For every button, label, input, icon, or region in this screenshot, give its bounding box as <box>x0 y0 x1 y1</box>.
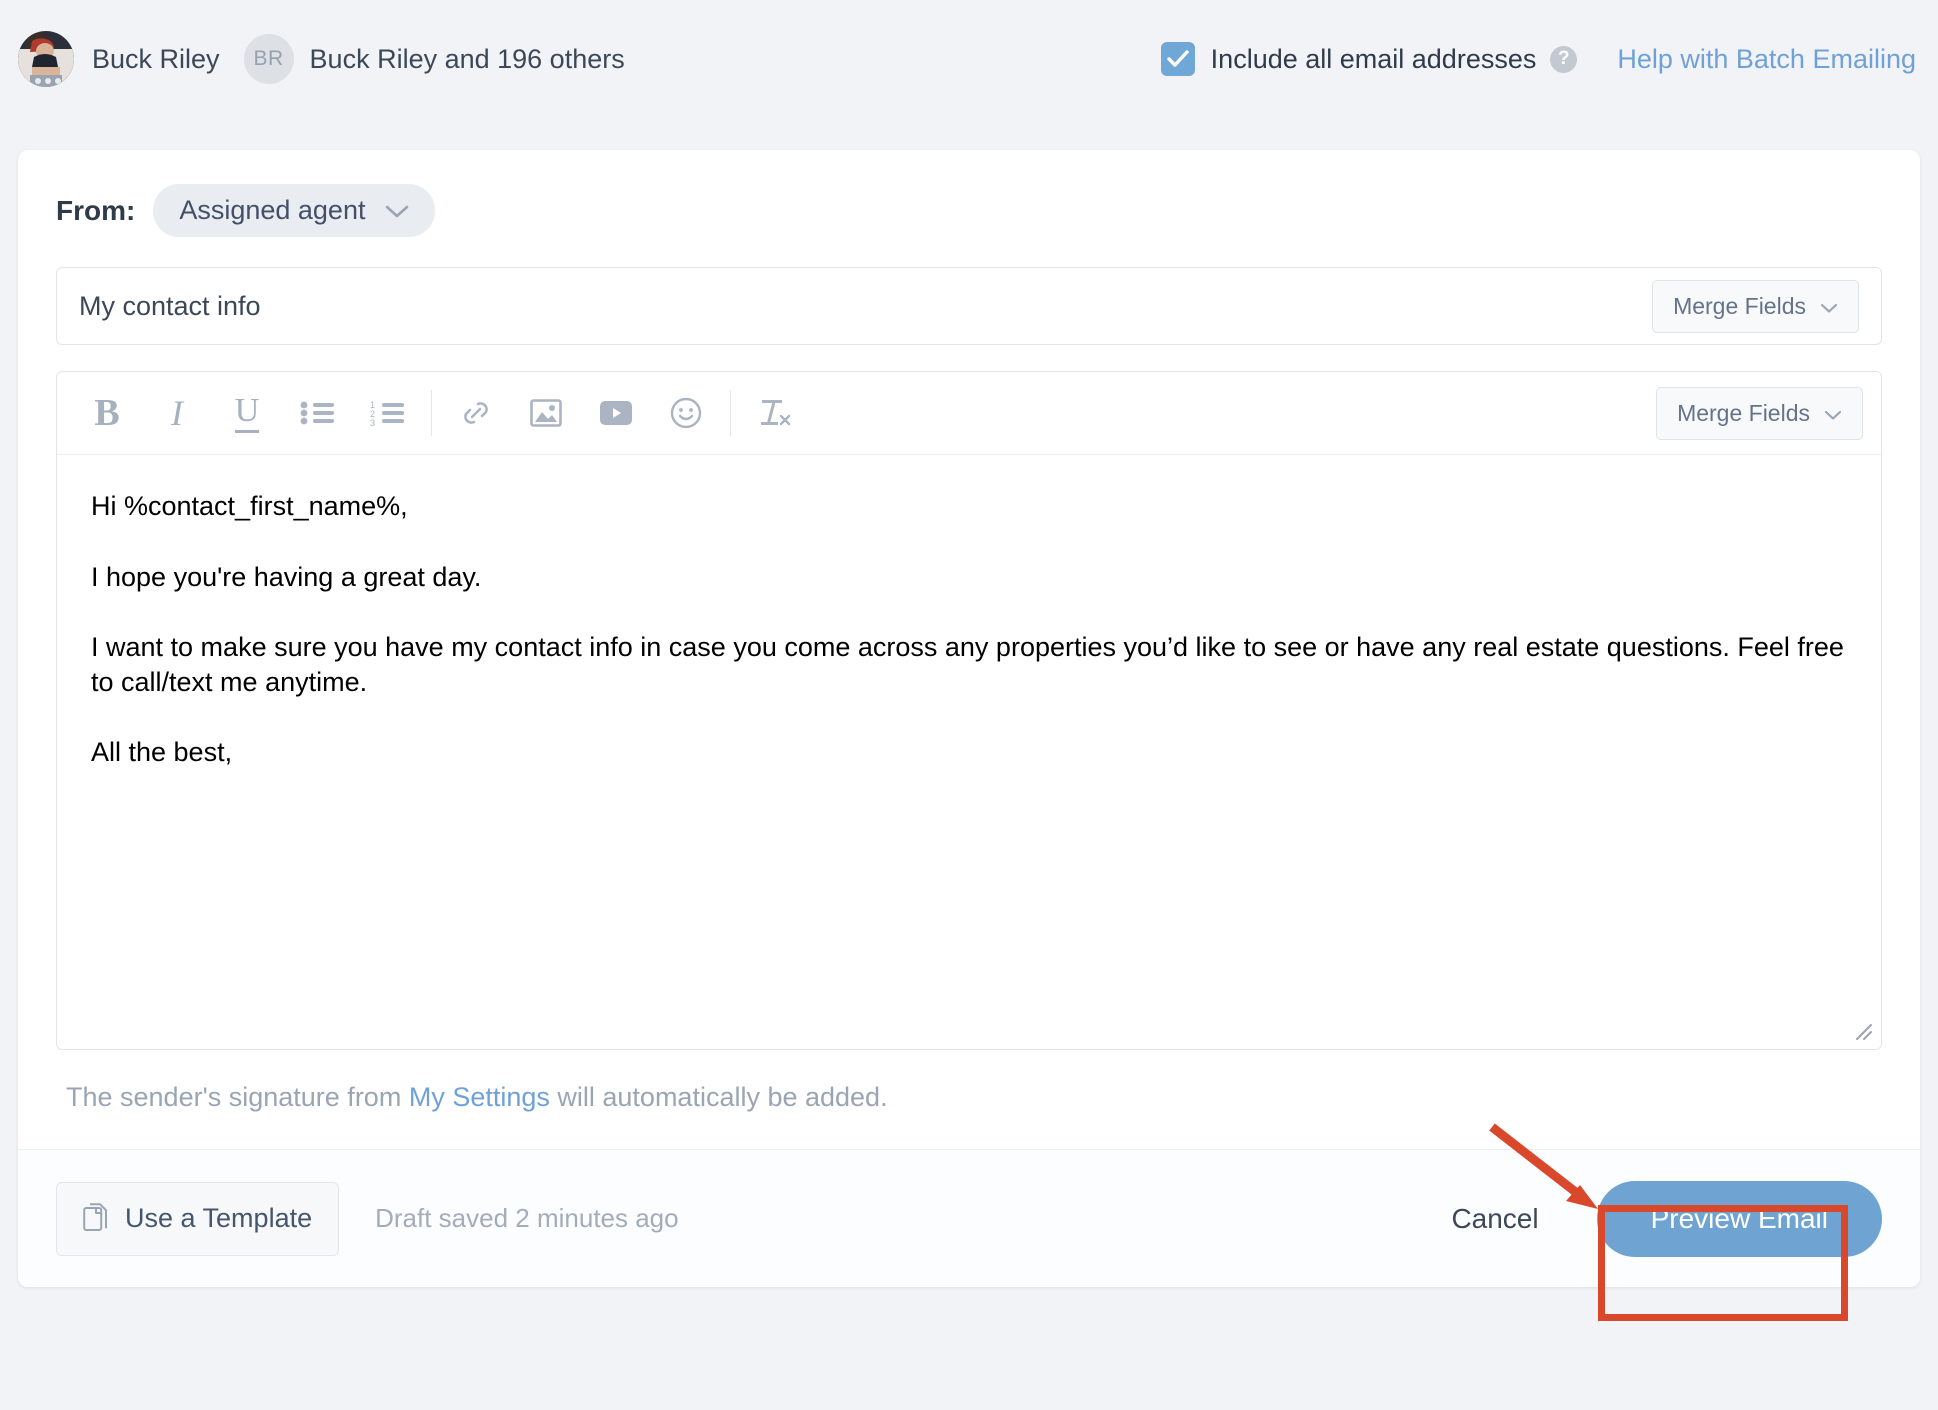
body-paragraph: Hi %contact_first_name%, <box>91 491 408 521</box>
subject-field-wrapper[interactable]: My contact info Merge Fields <box>56 267 1882 345</box>
from-select[interactable]: Assigned agent <box>153 184 436 237</box>
top-bar-right: Include all email addresses ? Help with … <box>1160 42 1916 76</box>
svg-text:3: 3 <box>370 418 375 427</box>
subject-merge-fields-button[interactable]: Merge Fields <box>1652 279 1859 333</box>
from-select-value: Assigned agent <box>179 195 366 225</box>
signature-note-text-before: The sender's signature from <box>66 1082 409 1112</box>
resize-handle-icon[interactable] <box>1851 1019 1873 1041</box>
subject-merge-fields-label: Merge Fields <box>1673 292 1806 319</box>
help-with-batch-emailing-link[interactable]: Help with Batch Emailing <box>1617 44 1916 75</box>
use-a-template-label: Use a Template <box>125 1203 313 1233</box>
editor-merge-fields-label: Merge Fields <box>1677 399 1810 426</box>
include-all-emails-label: Include all email addresses <box>1210 43 1537 74</box>
editor-toolbar-right: Merge Fields <box>1656 386 1863 440</box>
underline-icon[interactable]: U <box>219 385 275 441</box>
email-body-editor[interactable]: Hi %contact_first_name%, I hope you're h… <box>57 455 1881 1049</box>
rich-text-editor: B I U 1 2 3 Merge Fields Hi %contact_fir… <box>56 371 1882 1050</box>
body-paragraph: All the best, <box>91 737 233 768</box>
recipient-summary[interactable]: Buck Riley and 196 others <box>310 44 625 75</box>
cancel-button[interactable]: Cancel <box>1451 1203 1538 1235</box>
document-icon <box>83 1202 107 1231</box>
video-icon[interactable] <box>588 385 644 441</box>
signature-note: The sender's signature from My Settings … <box>56 1050 1882 1149</box>
checkbox-checked-icon[interactable] <box>1160 42 1195 76</box>
italic-icon[interactable]: I <box>149 385 205 441</box>
toolbar-divider <box>730 390 731 436</box>
compose-footer: Use a Template Draft saved 2 minutes ago… <box>18 1149 1920 1287</box>
numbered-list-icon[interactable]: 1 2 3 <box>359 385 415 441</box>
subject-input[interactable]: My contact info <box>79 291 1652 322</box>
top-bar: Buck Riley BR Buck Riley and 196 others … <box>0 0 1938 118</box>
my-settings-link[interactable]: My Settings <box>409 1082 550 1112</box>
body-paragraph: I want to make sure you have my contact … <box>91 632 1844 697</box>
recipient-initials-badge: BR <box>243 34 294 84</box>
preview-email-button[interactable]: Preview Email <box>1596 1180 1882 1257</box>
draft-status: Draft saved 2 minutes ago <box>375 1203 679 1233</box>
editor-toolbar: B I U 1 2 3 Merge Fields <box>57 372 1881 455</box>
compose-card: From: Assigned agent My contact info Mer… <box>18 150 1920 1287</box>
compose-footer-actions: Cancel Preview Email <box>1451 1180 1882 1257</box>
include-all-emails-toggle[interactable]: Include all email addresses <box>1160 42 1537 76</box>
body-paragraph: I hope you're having a great day. <box>91 561 482 592</box>
recipients-group: Buck Riley BR Buck Riley and 196 others <box>18 31 625 87</box>
chevron-down-icon <box>1820 293 1838 320</box>
bulleted-list-icon[interactable] <box>289 385 345 441</box>
image-icon[interactable] <box>518 385 574 441</box>
signature-note-text-after: will automatically be added. <box>549 1082 888 1112</box>
bold-icon[interactable]: B <box>79 385 135 441</box>
help-tooltip-icon[interactable]: ? <box>1550 45 1578 73</box>
clear-formatting-icon[interactable] <box>747 385 803 441</box>
toolbar-divider <box>431 390 432 436</box>
owner-name: Buck Riley <box>92 43 220 74</box>
chevron-down-icon <box>1824 400 1842 427</box>
compose-card-body: From: Assigned agent My contact info Mer… <box>18 150 1920 1149</box>
editor-merge-fields-button[interactable]: Merge Fields <box>1656 386 1863 440</box>
emoji-icon[interactable] <box>658 385 714 441</box>
from-label: From: <box>56 194 136 226</box>
link-icon[interactable] <box>448 385 504 441</box>
avatar <box>18 31 74 87</box>
from-row: From: Assigned agent <box>56 184 1882 237</box>
use-a-template-button[interactable]: Use a Template <box>56 1181 340 1256</box>
chevron-down-icon <box>385 195 409 226</box>
